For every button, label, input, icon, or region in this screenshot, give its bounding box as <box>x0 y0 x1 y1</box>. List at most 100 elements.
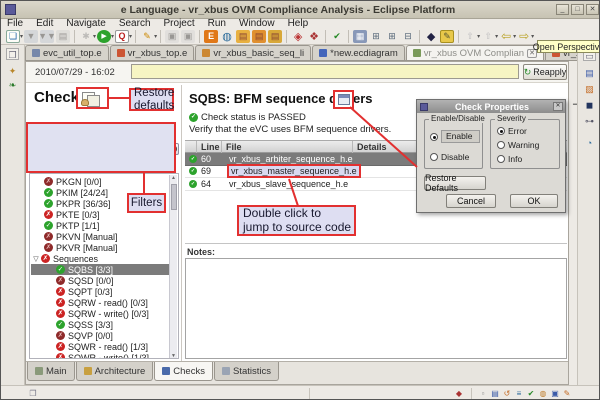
check-tool-icon[interactable]: ✔ <box>330 30 344 43</box>
expand-all-icon[interactable]: ⊞ <box>369 30 383 43</box>
fast-view-tree-icon[interactable]: ❧ <box>6 79 19 91</box>
status-check-icon[interactable]: ✔ <box>525 388 537 399</box>
toggle-icon[interactable]: ▣ <box>181 29 196 43</box>
save-icon[interactable]: ▼ <box>24 29 39 43</box>
reapply-button[interactable]: ↻ Reapply <box>523 64 567 80</box>
maximize-button[interactable]: □ <box>571 4 584 15</box>
tab-main[interactable]: Main <box>27 362 75 381</box>
back-nav-icon[interactable]: ⇦ <box>499 29 513 43</box>
restore-defaults-button[interactable]: Restore Defaults <box>424 173 486 193</box>
tree-item-pkvn[interactable]: PKVN [Manual] <box>31 231 169 242</box>
ok-button[interactable]: OK <box>510 194 558 208</box>
column-details[interactable]: Details <box>357 142 387 152</box>
up-nav-icon[interactable]: ⇧ <box>481 30 495 43</box>
warning-radio[interactable]: Warning <box>497 140 539 150</box>
module-gold-icon[interactable]: ▤ <box>268 29 283 43</box>
e-file-icon <box>116 49 125 57</box>
check-status-icon <box>56 353 65 358</box>
column-file[interactable]: File <box>226 142 242 152</box>
tree-item-sqpt[interactable]: SQPT [0/3] <box>31 286 169 297</box>
sync-status-icon[interactable]: ◆ <box>453 388 465 399</box>
forward-nav-icon[interactable]: ⇨ <box>517 29 531 43</box>
tree-scrollbar[interactable]: ▲ ▼ <box>169 175 177 358</box>
tree-item-pktp[interactable]: PKTP [1/1] <box>31 220 169 231</box>
tree-group-sequences[interactable]: ▽Sequences <box>31 253 169 264</box>
restore-defaults-tool-button[interactable] <box>76 87 109 109</box>
panel-divider[interactable] <box>181 85 182 361</box>
scrollbar-thumb[interactable] <box>171 184 177 210</box>
coverage-run-icon[interactable]: Q <box>115 29 130 43</box>
status-refresh-icon[interactable]: ↺ <box>501 388 513 399</box>
check-status-icon <box>44 221 53 230</box>
info-radio[interactable]: Info <box>497 154 522 164</box>
module-icon[interactable]: ▤ <box>236 29 251 43</box>
run-icon[interactable]: ▶ <box>97 29 112 43</box>
tab-vr-xbus-top[interactable]: vr_xbus_top.e <box>109 45 195 60</box>
cancel-button[interactable]: Cancel <box>446 194 496 208</box>
tab-ovm-compliance[interactable]: vr_xbus OVM Complian ✕ <box>405 45 544 60</box>
status-misc-icon[interactable]: ▫ <box>477 388 489 399</box>
status-edit-icon[interactable]: ✎ <box>561 388 573 399</box>
close-button[interactable]: ✕ <box>586 4 599 15</box>
tree-item-sqsd[interactable]: SQSD [0/0] <box>31 275 169 286</box>
collapse-icon[interactable]: ⊟ <box>401 30 415 43</box>
tree-item-sqbs[interactable]: SQBS [3/3] <box>31 264 169 275</box>
compliance-analysis-icon[interactable]: ❖ <box>307 30 321 43</box>
tab-new-ecdiagram[interactable]: *new.ecdiagram <box>312 45 405 60</box>
checks-tab-icon <box>162 367 171 375</box>
tree-item-pkgn[interactable]: PKGN [0/0] <box>31 176 169 187</box>
tree-item-sqrw-read[interactable]: SQRW - read() [0/3] <box>31 297 169 308</box>
tree-item-sqvp[interactable]: SQVP [0/0] <box>31 330 169 341</box>
tab-architecture[interactable]: Architecture <box>75 362 154 381</box>
error-radio[interactable]: Error <box>497 126 527 136</box>
restore-view-icon[interactable]: ❐ <box>6 48 19 60</box>
expand-icon[interactable]: ⊞ <box>385 30 399 43</box>
column-line[interactable]: Line <box>201 142 220 152</box>
collapse-arrow-icon[interactable]: ▽ <box>31 255 41 263</box>
fast-view-orange-icon[interactable]: ▨ <box>583 83 596 95</box>
status-layers-icon[interactable]: ≡ <box>513 388 525 399</box>
tree-item-sqss[interactable]: SQSS [3/3] <box>31 319 169 330</box>
tree-item-sqrw-write[interactable]: SQRW - write() [0/3] <box>31 308 169 319</box>
dialog-close-icon[interactable]: ✕ <box>553 102 563 111</box>
status-monitor-icon[interactable]: ▣ <box>549 388 561 399</box>
editor-tab-bar: evc_util_top.e vr_xbus_top.e vr_xbus_bas… <box>25 45 599 105</box>
annotate-icon[interactable]: ✎ <box>440 29 455 43</box>
cube-icon[interactable]: ◆ <box>424 30 438 43</box>
tab-statistics[interactable]: Statistics <box>213 362 279 381</box>
reuse-analysis-icon[interactable]: ◈ <box>291 30 305 43</box>
tree-item-pkvr[interactable]: PKVR [Manual] <box>31 242 169 253</box>
check-properties-button[interactable] <box>333 90 354 109</box>
disable-radio[interactable]: Disable <box>430 152 469 162</box>
e-compile-icon[interactable]: E <box>204 29 219 43</box>
dialog-title-bar[interactable]: Check Properties ✕ <box>417 100 565 113</box>
save-all-icon[interactable]: ▼▼ <box>38 29 56 43</box>
window-view-icon[interactable]: ▦ <box>353 29 368 43</box>
notes-textarea[interactable] <box>185 258 567 359</box>
last-edit-icon[interactable]: ⇧ <box>463 30 477 43</box>
wand-icon[interactable]: ✎ <box>140 30 154 43</box>
outline-view-icon[interactable]: ▤ <box>583 67 596 79</box>
browser-view-icon[interactable]: ◔ <box>583 137 596 149</box>
module-orange-icon[interactable]: ▤ <box>252 29 267 43</box>
mark-occurrences-icon[interactable]: ▣ <box>165 29 180 43</box>
tab-evc-util-top[interactable]: evc_util_top.e <box>25 45 109 60</box>
fast-view-palette-icon[interactable]: ✦ <box>6 65 19 77</box>
cube-view-icon[interactable]: ◼ <box>583 99 596 111</box>
status-report-icon[interactable]: ▤ <box>489 388 501 399</box>
tab-checks[interactable]: Checks <box>154 362 213 381</box>
globe-icon[interactable]: ◍ <box>220 30 234 43</box>
check-status-icon <box>44 188 53 197</box>
new-wizard-icon[interactable]: ❏ <box>6 29 20 43</box>
status-globe-icon[interactable]: ◍ <box>537 388 549 399</box>
hierarchy-view-icon[interactable]: ⊶ <box>583 115 596 127</box>
tree-item-sqwr-read[interactable]: SQWR - read() [1/3] <box>31 341 169 352</box>
minimize-button[interactable]: _ <box>556 4 569 15</box>
filter-input[interactable] <box>131 64 519 79</box>
print-icon[interactable]: ▤ <box>56 29 71 43</box>
enable-radio[interactable]: Enable <box>430 130 481 143</box>
check-status-line: ✓ Check status is PASSED <box>189 112 306 123</box>
tab-vr-xbus-basic-seq[interactable]: vr_xbus_basic_seq_li <box>195 45 312 60</box>
tree-item-sqwr-write[interactable]: SQWR - write() [1/3] <box>31 352 169 358</box>
external-tools-icon[interactable]: ✱ <box>79 30 93 43</box>
